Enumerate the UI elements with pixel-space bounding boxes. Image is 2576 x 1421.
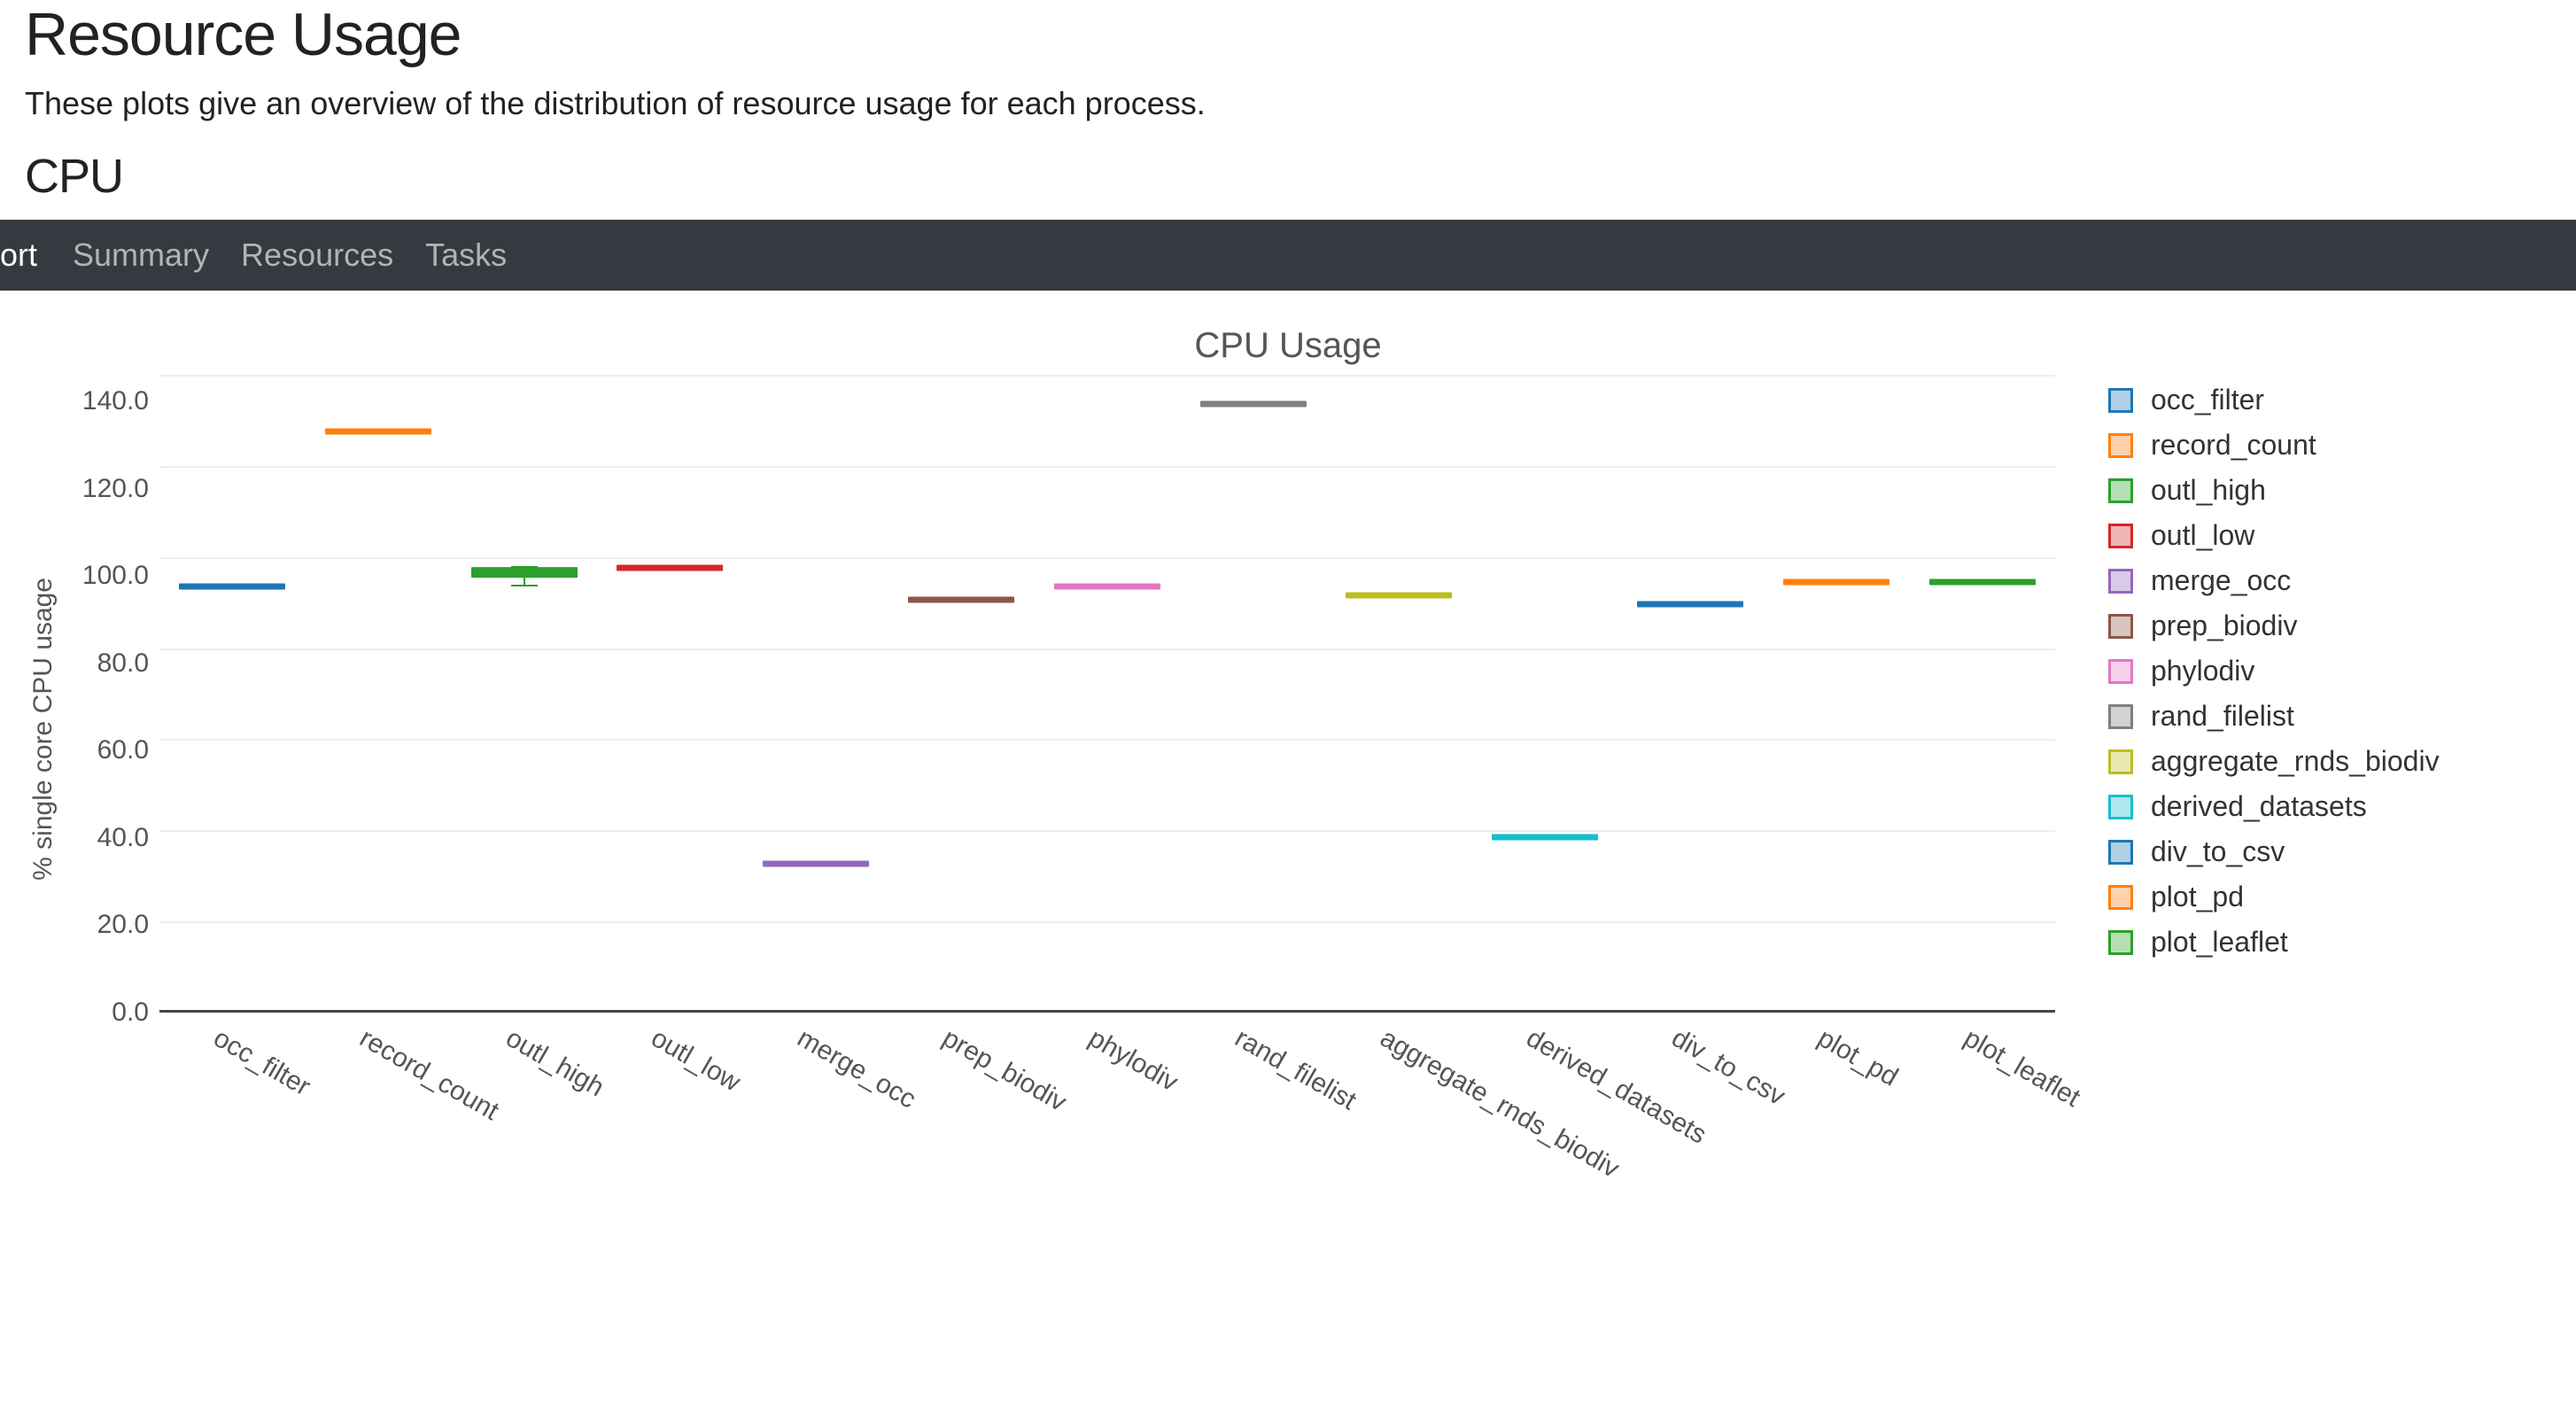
legend-item-occ_filter[interactable]: occ_filter — [2108, 384, 2440, 416]
legend-item-prep_biodiv[interactable]: prep_biodiv — [2108, 610, 2440, 642]
legend-label: div_to_csv — [2151, 835, 2285, 868]
x-tick-label: prep_biodiv — [937, 1023, 1071, 1118]
nav-item-summary[interactable]: Summary — [73, 237, 209, 274]
chart-title: CPU Usage — [25, 326, 2551, 366]
legend-swatch — [2108, 614, 2133, 639]
box-mark[interactable] — [1054, 583, 1160, 589]
x-tick-label: outl_low — [646, 1023, 745, 1098]
box-mark[interactable] — [1929, 578, 2036, 585]
x-tick-label: occ_filter — [208, 1023, 315, 1102]
gridline — [159, 921, 2055, 923]
legend-label: aggregate_rnds_biodiv — [2151, 745, 2440, 778]
x-tick-label: plot_pd — [1812, 1023, 1903, 1093]
y-tick: 140.0 — [62, 388, 149, 415]
x-tick-label: aggregate_rnds_biodiv — [1375, 1023, 1624, 1184]
legend-item-merge_occ[interactable]: merge_occ — [2108, 564, 2440, 597]
x-tick-label: phylodiv — [1083, 1023, 1183, 1098]
box-mark[interactable] — [1346, 593, 1452, 599]
legend-item-div_to_csv[interactable]: div_to_csv — [2108, 835, 2440, 868]
y-tick: 0.0 — [62, 999, 149, 1026]
legend-label: outl_high — [2151, 474, 2266, 507]
navbar-brand-fragment[interactable]: ort — [0, 237, 37, 274]
legend-item-plot_leaflet[interactable]: plot_leaflet — [2108, 926, 2440, 959]
y-tick: 120.0 — [62, 476, 149, 502]
section-title-cpu: CPU — [25, 149, 2551, 204]
legend-swatch — [2108, 524, 2133, 548]
legend-label: phylodiv — [2151, 655, 2254, 687]
legend-item-aggregate_rnds_biodiv[interactable]: aggregate_rnds_biodiv — [2108, 745, 2440, 778]
gridline — [159, 739, 2055, 741]
nav-item-tasks[interactable]: Tasks — [425, 237, 507, 274]
legend-item-phylodiv[interactable]: phylodiv — [2108, 655, 2440, 687]
legend-swatch — [2108, 388, 2133, 413]
legend-swatch — [2108, 704, 2133, 729]
legend-label: outl_low — [2151, 519, 2254, 552]
cpu-usage-chart: CPU Usage % single core CPU usage 140.0 1… — [0, 291, 2576, 1207]
legend-swatch — [2108, 433, 2133, 458]
legend-item-outl_high[interactable]: outl_high — [2108, 474, 2440, 507]
legend-swatch — [2108, 569, 2133, 594]
legend-swatch — [2108, 885, 2133, 910]
legend-label: prep_biodiv — [2151, 610, 2297, 642]
legend: occ_filter record_count outl_high outl_lowm… — [2055, 375, 2440, 971]
box-mark[interactable] — [1637, 602, 1743, 608]
legend-item-derived_datasets[interactable]: derived_datasets — [2108, 790, 2440, 823]
legend-swatch — [2108, 930, 2133, 955]
legend-item-record_count[interactable]: record_count — [2108, 429, 2440, 462]
y-axis-ticks: 140.0120.0100.080.060.040.020.00.0 — [62, 375, 159, 1013]
legend-swatch — [2108, 659, 2133, 684]
gridline — [159, 648, 2055, 650]
page-title: Resource Usage — [25, 0, 2551, 69]
gridline — [159, 557, 2055, 559]
box-mark[interactable] — [179, 583, 285, 589]
plot-area[interactable] — [159, 375, 2055, 1013]
gridline — [159, 375, 2055, 377]
y-axis-label: % single core CPU usage — [25, 578, 62, 881]
legend-swatch — [2108, 840, 2133, 865]
x-tick-label: outl_high — [500, 1023, 609, 1103]
y-tick: 60.0 — [62, 737, 149, 764]
box-mark[interactable] — [471, 567, 578, 578]
navbar: ort Summary Resources Tasks — [0, 220, 2576, 291]
page-subtitle: These plots give an overview of the dist… — [25, 85, 2551, 122]
legend-item-plot_pd[interactable]: plot_pd — [2108, 881, 2440, 913]
legend-swatch — [2108, 478, 2133, 503]
box-mark[interactable] — [617, 565, 723, 571]
gridline — [159, 466, 2055, 468]
legend-item-outl_low[interactable]: outl_low — [2108, 519, 2440, 552]
x-tick-label: div_to_csv — [1666, 1023, 1790, 1112]
box-mark[interactable] — [1200, 401, 1307, 408]
box-mark[interactable] — [325, 428, 431, 434]
legend-label: merge_occ — [2151, 564, 2291, 597]
y-tick: 40.0 — [62, 825, 149, 851]
box-mark[interactable] — [1783, 578, 1889, 585]
legend-swatch — [2108, 795, 2133, 819]
legend-label: plot_pd — [2151, 881, 2244, 913]
legend-swatch — [2108, 749, 2133, 774]
y-tick: 80.0 — [62, 650, 149, 677]
legend-label: occ_filter — [2151, 384, 2264, 416]
x-tick-label: record_count — [354, 1023, 504, 1127]
x-tick-label: plot_leaflet — [1959, 1023, 2085, 1114]
legend-label: plot_leaflet — [2151, 926, 2288, 959]
y-tick: 100.0 — [62, 563, 149, 589]
box-mark[interactable] — [1492, 834, 1598, 840]
x-tick-label: rand_filelist — [1230, 1023, 1361, 1116]
box-mark[interactable] — [908, 597, 1014, 603]
box-mark[interactable] — [763, 861, 869, 867]
y-tick: 20.0 — [62, 912, 149, 938]
legend-label: derived_datasets — [2151, 790, 2367, 823]
legend-label: rand_filelist — [2151, 700, 2294, 733]
gridline — [159, 830, 2055, 832]
legend-item-rand_filelist[interactable]: rand_filelist — [2108, 700, 2440, 733]
x-tick-label: merge_occ — [792, 1023, 921, 1115]
legend-label: record_count — [2151, 429, 2316, 462]
x-axis-labels: occ_filter record_countoutl_high outl_low m… — [159, 1013, 2055, 1190]
nav-item-resources[interactable]: Resources — [241, 237, 393, 274]
